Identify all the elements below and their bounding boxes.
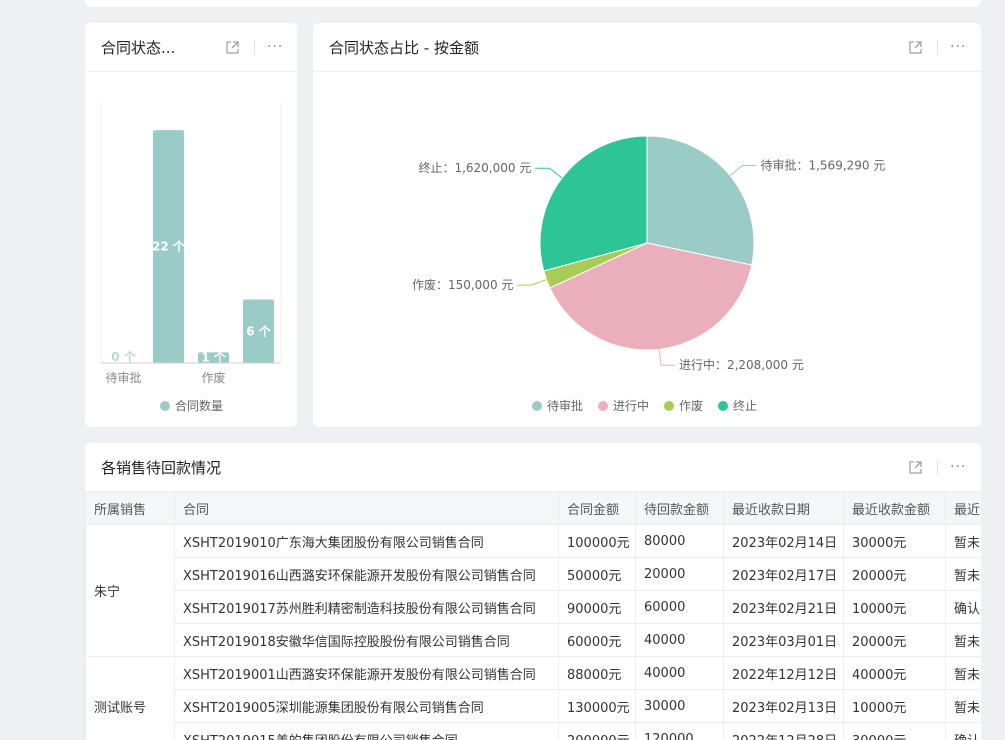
date-cell: 2023年02月13日 — [723, 689, 844, 723]
sales-cell: 测试账号 — [85, 656, 175, 740]
pending-cell: 40000 — [635, 656, 724, 690]
receivables-table: 所属销售 合同 合同金额 待回款金额 最近收款日期 最近收款金额 最近 朱宁 X… — [85, 491, 981, 740]
col-contract[interactable]: 合同 — [174, 491, 559, 525]
pie-leader-line — [729, 164, 757, 176]
contract-cell: XSHT2019017苏州胜利精密制造科技股份有限公司销售合同 — [174, 590, 559, 624]
pie-leader-line — [658, 349, 675, 366]
legend-label: 合同数量 — [175, 398, 223, 413]
pending-cell: 60000 — [635, 590, 724, 624]
status-cell: 确认 — [945, 590, 981, 624]
bar-data-label: 1 个 — [201, 350, 227, 365]
legend-marker — [532, 401, 542, 411]
amount-cell: 200000元 — [558, 722, 636, 740]
pie-chart: 待审批：1,569,290 元进行中：2,208,000 元 作废：150,000… — [412, 135, 885, 413]
table-header-row: 所属销售 合同 合同金额 待回款金额 最近收款日期 最近收款金额 最近 — [85, 491, 981, 525]
contract-cell: XSHT2019010广东海大集团股份有限公司销售合同 — [174, 524, 559, 558]
date-cell: 2023年02月14日 — [723, 524, 844, 558]
top-card — [85, 0, 981, 7]
receivables-actions: ··· — [905, 457, 966, 477]
receivables-title: 各销售待回款情况 — [101, 459, 222, 477]
last-amount-cell: 30000元 — [843, 524, 946, 558]
bar-data-label: 0 个 — [111, 349, 137, 364]
action-divider — [937, 460, 938, 474]
pie-slice-label: 作废：150,000 元 — [412, 277, 513, 292]
last-amount-cell: 20000元 — [843, 557, 946, 591]
pending-cell: 30000 — [635, 689, 724, 723]
table-row[interactable]: XSHT2019018安徽华信国际控股股份有限公司销售合同 60000元 400… — [86, 623, 981, 657]
contract-cell: XSHT2019018安徽华信国际控股股份有限公司销售合同 — [174, 623, 559, 657]
sales-cell: 朱宁 — [85, 524, 175, 657]
legend-label: 终止 — [733, 398, 757, 413]
pie-slice — [646, 135, 755, 266]
bar-data-label: 6 个 — [246, 323, 272, 338]
date-cell: 2022年12月28日 — [723, 722, 844, 740]
pending-cell: 20000 — [635, 557, 724, 591]
status-cell: 暂未 — [945, 557, 981, 591]
table-row[interactable]: XSHT2019016山西潞安环保能源开发股份有限公司销售合同 50000元 2… — [86, 557, 981, 591]
pie-slice-label: 待审批：1,569,290 元 — [760, 157, 885, 172]
x-tick-label: 待审批 — [105, 370, 141, 385]
contract-cell: XSHT2019005深圳能源集团股份有限公司销售合同 — [174, 689, 559, 723]
contract-count-card: 合同状态... ··· 0 个 22 个1 个6 个待审批 作废 合同数量 — [85, 23, 297, 427]
col-last-amount[interactable]: 最近收款金额 — [843, 491, 946, 525]
amount-cell: 50000元 — [558, 557, 636, 591]
amount-cell: 100000元 — [558, 524, 636, 558]
table-row[interactable]: 测试账号 XSHT2019001山西潞安环保能源开发股份有限公司销售合同 880… — [85, 656, 981, 740]
bar-data-label: 22 个 — [152, 239, 186, 254]
receivables-card: 各销售待回款情况 ··· 所属销售 合同 合同金额 待回款金额 最近收款日期 最… — [85, 443, 981, 740]
col-last-status[interactable]: 最近 — [945, 491, 981, 525]
amount-cell: 90000元 — [558, 590, 636, 624]
contract-cell: XSHT2019016山西潞安环保能源开发股份有限公司销售合同 — [174, 557, 559, 591]
legend-label: 待审批 — [547, 398, 583, 413]
contract-cell: XSHT2019015美的集团股份有限公司销售合同 — [174, 722, 559, 740]
pie-slice-label: 进行中：2,208,000 元 — [679, 357, 804, 372]
last-amount-cell: 40000元 — [843, 656, 946, 690]
table-row[interactable]: XSHT2019005深圳能源集团股份有限公司销售合同 130000元 3000… — [86, 689, 981, 723]
table-row[interactable]: 朱宁 XSHT2019010广东海大集团股份有限公司销售合同 100000元 8… — [85, 524, 981, 657]
x-tick-label: 作废 — [201, 370, 225, 385]
pie-slice-label: 终止：1,620,000 元 — [418, 160, 531, 175]
amount-cell: 60000元 — [558, 623, 636, 657]
ellipsis-icon[interactable]: ··· — [950, 457, 966, 477]
col-amount[interactable]: 合同金额 — [558, 491, 636, 525]
date-cell: 2022年12月12日 — [723, 656, 844, 690]
status-cell: 暂未 — [945, 524, 981, 558]
date-cell: 2023年03月01日 — [723, 623, 844, 657]
bar-chart: 0 个 22 个 1 个 6 个待审批 作废合同数量 — [100, 101, 282, 413]
pie-leader-line — [535, 167, 563, 179]
pie-leader-line — [517, 279, 547, 286]
table-row[interactable]: XSHT2019017苏州胜利精密制造科技股份有限公司销售合同 90000元 6… — [86, 590, 981, 624]
last-amount-cell: 10000元 — [843, 689, 946, 723]
legend-marker — [598, 401, 608, 411]
contract-cell: XSHT2019001山西潞安环保能源开发股份有限公司销售合同 — [174, 656, 559, 690]
table-wrapper[interactable]: 所属销售 合同 合同金额 待回款金额 最近收款日期 最近收款金额 最近 朱宁 X… — [85, 491, 981, 740]
col-pending[interactable]: 待回款金额 — [635, 491, 724, 525]
last-amount-cell: 10000元 — [843, 590, 946, 624]
date-cell: 2023年02月17日 — [723, 557, 844, 591]
pending-cell: 80000 — [635, 524, 724, 558]
col-last-date[interactable]: 最近收款日期 — [723, 491, 844, 525]
pending-cell: 40000 — [635, 623, 724, 657]
legend-marker — [664, 401, 674, 411]
external-link-icon[interactable] — [905, 457, 925, 477]
contract-amount-card: 合同状态占比 - 按金额 ··· 待审批：1,569,290 元进行中：2,20… — [313, 23, 981, 427]
status-cell: 确认 — [945, 722, 981, 740]
status-cell: 暂未 — [945, 623, 981, 657]
legend-marker — [718, 401, 728, 411]
amount-cell: 88000元 — [558, 656, 636, 690]
col-sales[interactable]: 所属销售 — [85, 491, 175, 525]
status-cell: 暂未 — [945, 689, 981, 723]
legend-label: 进行中 — [613, 398, 649, 413]
last-amount-cell: 20000元 — [843, 623, 946, 657]
pending-cell: 120000 — [635, 722, 724, 740]
legend-label: 作废 — [679, 398, 703, 413]
legend-marker — [160, 401, 170, 411]
table-row[interactable]: XSHT2019015美的集团股份有限公司销售合同 200000元 120000… — [86, 722, 981, 740]
last-amount-cell: 30000元 — [843, 722, 946, 740]
status-cell: 暂未 — [945, 656, 981, 690]
amount-cell: 130000元 — [558, 689, 636, 723]
date-cell: 2023年02月21日 — [723, 590, 844, 624]
